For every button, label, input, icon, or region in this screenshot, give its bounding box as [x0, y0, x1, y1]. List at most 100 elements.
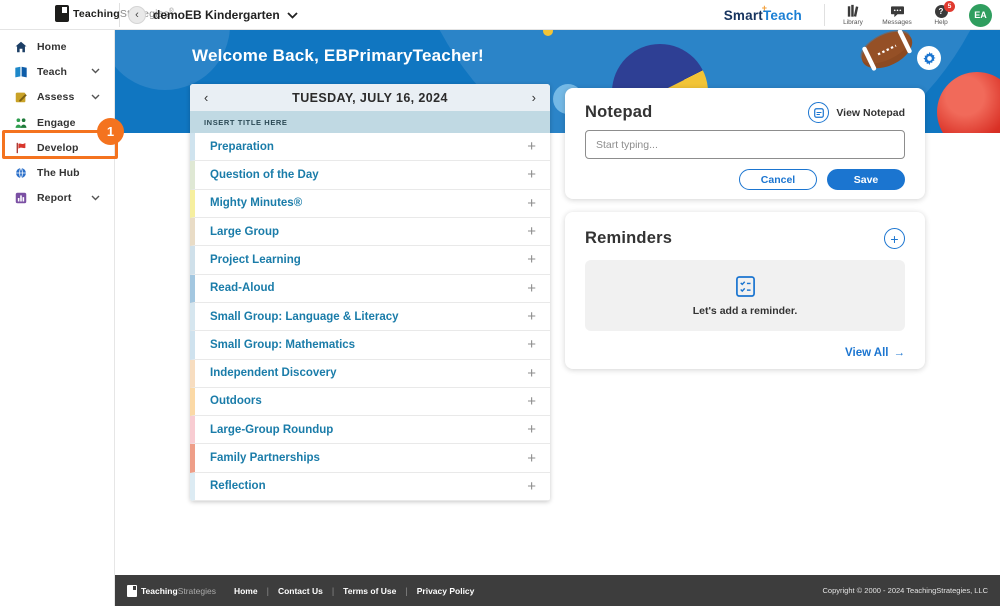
previous-day-button[interactable]: ‹ — [204, 91, 208, 104]
footer-separator: | — [267, 586, 269, 596]
plan-activity-label: Read-Aloud — [210, 282, 275, 294]
hub-globe-icon — [14, 166, 28, 180]
sidebar-label-home: Home — [37, 41, 67, 53]
plan-activity-row[interactable]: Independent Discovery + — [190, 360, 550, 388]
welcome-message: Welcome Back, EBPrimaryTeacher! — [192, 46, 484, 66]
plan-activity-row[interactable]: Question of the Day + — [190, 161, 550, 189]
left-sidebar: Home Teach Assess Engage Develop The Hub… — [0, 30, 115, 606]
plan-activity-label: Project Learning — [210, 254, 301, 266]
sidebar-item-teach[interactable]: Teach — [0, 59, 114, 84]
library-books-icon — [845, 4, 862, 18]
notepad-input[interactable] — [585, 130, 905, 159]
sidebar-item-home[interactable]: Home — [0, 34, 114, 59]
main-content: Welcome Back, EBPrimaryTeacher! ‹ TUESDA… — [115, 30, 1000, 606]
sidebar-item-the-hub[interactable]: The Hub — [0, 160, 114, 185]
messages-bubble-icon — [890, 5, 905, 18]
plan-activity-row[interactable]: Large Group + — [190, 218, 550, 246]
library-button[interactable]: Library — [837, 4, 869, 26]
messages-label: Messages — [882, 19, 912, 26]
banner-settings-button[interactable] — [917, 46, 941, 70]
plan-activity-label: Question of the Day — [210, 169, 319, 181]
footer-brand-bold: Teaching — [141, 586, 178, 596]
add-activity-icon[interactable]: + — [527, 451, 536, 466]
footer-link-contact-us[interactable]: Contact Us — [278, 586, 323, 596]
footer-links: Home| Contact Us| Terms of Use| Privacy … — [234, 586, 474, 596]
plan-activity-row[interactable]: Read-Aloud + — [190, 275, 550, 303]
app-window: TeachingStrategies® ‹ demoEB Kindergarte… — [0, 0, 1000, 606]
red-ball-decoration — [937, 72, 1000, 133]
plan-activity-row[interactable]: Small Group: Mathematics + — [190, 331, 550, 359]
view-notepad-link[interactable]: View Notepad — [808, 102, 905, 123]
view-all-reminders-link[interactable]: View All → — [845, 347, 905, 359]
sidebar-label-report: Report — [37, 192, 71, 204]
messages-button[interactable]: Messages — [881, 5, 913, 26]
chevron-down-icon — [91, 195, 100, 201]
brand-bold: Teaching — [73, 8, 120, 20]
add-activity-icon[interactable]: + — [527, 167, 536, 182]
plan-activity-row[interactable]: Project Learning + — [190, 246, 550, 274]
footer-separator: | — [405, 586, 407, 596]
plan-activity-label: Outdoors — [210, 395, 262, 407]
date-navigation: ‹ TUESDAY, JULY 16, 2024 › — [190, 84, 550, 111]
sidebar-label-engage: Engage — [37, 117, 76, 129]
header-right-cluster: SmartTeach + Library Messages — [724, 0, 992, 30]
sidebar-item-report[interactable]: Report — [0, 186, 114, 211]
plan-activity-row[interactable]: Mighty Minutes® + — [190, 190, 550, 218]
sidebar-item-develop[interactable]: Develop — [0, 135, 114, 160]
plan-title-input[interactable]: INSERT TITLE HERE — [190, 111, 550, 133]
footer-link-privacy-policy[interactable]: Privacy Policy — [417, 586, 475, 596]
notepad-icon — [813, 107, 825, 119]
add-activity-icon[interactable]: + — [527, 422, 536, 437]
daily-plan-card: ‹ TUESDAY, JULY 16, 2024 › INSERT TITLE … — [190, 84, 550, 501]
engage-people-icon — [14, 116, 28, 130]
plan-activity-row[interactable]: Reflection + — [190, 473, 550, 501]
notepad-card: Notepad View Notepad Cancel Save — [565, 88, 925, 199]
smartteach-plus-accent: + — [762, 3, 767, 13]
develop-flag-icon — [14, 141, 28, 155]
classroom-selector[interactable]: demoEB Kindergarten — [153, 8, 298, 22]
reminders-header: Reminders + — [565, 212, 925, 249]
next-day-button[interactable]: › — [532, 91, 536, 104]
add-activity-icon[interactable]: + — [527, 309, 536, 324]
help-notification-badge: 5 — [944, 1, 955, 12]
add-activity-icon[interactable]: + — [527, 196, 536, 211]
football-decoration — [856, 30, 918, 76]
sidebar-collapse-button[interactable]: ‹ — [128, 6, 146, 24]
add-activity-icon[interactable]: + — [527, 394, 536, 409]
footer-link-home[interactable]: Home — [234, 586, 258, 596]
assess-pencil-icon — [14, 90, 28, 104]
smartteach-part2: Teach — [763, 8, 802, 23]
cancel-button[interactable]: Cancel — [739, 169, 817, 190]
sidebar-label-assess: Assess — [37, 91, 74, 103]
notepad-title: Notepad — [585, 103, 652, 122]
book-logo-icon — [55, 5, 69, 22]
plan-activity-row[interactable]: Outdoors + — [190, 388, 550, 416]
notepad-buttons: Cancel Save — [739, 169, 905, 190]
sidebar-label-the-hub: The Hub — [37, 167, 80, 179]
add-activity-icon[interactable]: + — [527, 281, 536, 296]
plan-activity-label: Reflection — [210, 480, 266, 492]
reminders-empty-text: Let's add a reminder. — [693, 305, 798, 317]
add-reminder-button[interactable]: + — [884, 228, 905, 249]
plan-activity-row[interactable]: Preparation + — [190, 133, 550, 161]
add-activity-icon[interactable]: + — [527, 252, 536, 267]
teach-book-icon — [14, 65, 28, 79]
add-activity-icon[interactable]: + — [527, 337, 536, 352]
add-activity-icon[interactable]: + — [527, 366, 536, 381]
help-button[interactable]: ? 5 Help — [925, 5, 957, 26]
plan-activity-list: Preparation + Question of the Day + Migh… — [190, 133, 550, 501]
save-button[interactable]: Save — [827, 169, 905, 190]
plan-activity-row[interactable]: Family Partnerships + — [190, 444, 550, 472]
add-activity-icon[interactable]: + — [527, 224, 536, 239]
add-activity-icon[interactable]: + — [527, 479, 536, 494]
plan-activity-row[interactable]: Large-Group Roundup + — [190, 416, 550, 444]
user-avatar[interactable]: EA — [969, 4, 992, 27]
plan-activity-row[interactable]: Small Group: Language & Literacy + — [190, 303, 550, 331]
reminders-title: Reminders — [585, 229, 672, 248]
footer-link-terms-of-use[interactable]: Terms of Use — [343, 586, 396, 596]
plan-activity-label: Preparation — [210, 141, 274, 153]
sidebar-item-assess[interactable]: Assess — [0, 85, 114, 110]
footer-brand-text: TeachingStrategies — [141, 586, 216, 596]
add-activity-icon[interactable]: + — [527, 139, 536, 154]
current-date-label: TUESDAY, JULY 16, 2024 — [292, 91, 448, 105]
